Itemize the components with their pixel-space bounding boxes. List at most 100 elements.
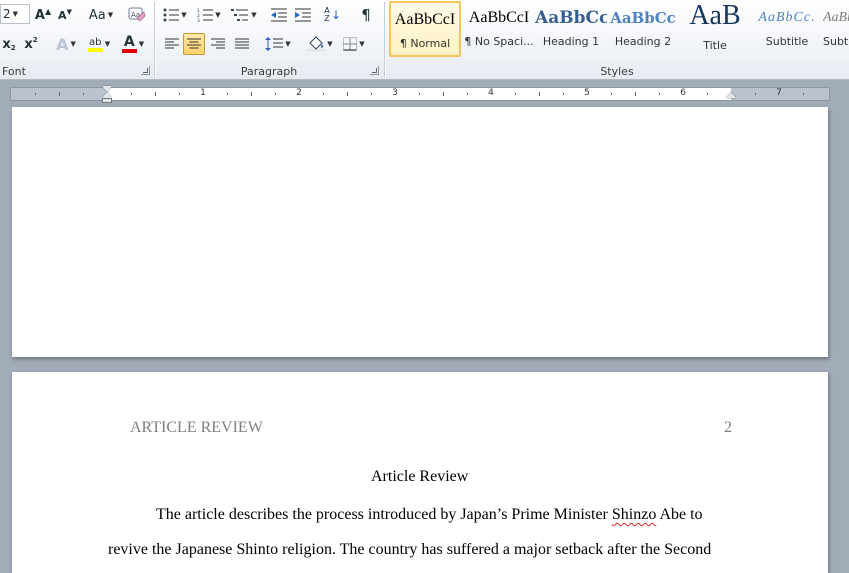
ruler-tick [179, 93, 180, 95]
ruler-tick [275, 93, 276, 95]
svg-text:3: 3 [197, 18, 200, 22]
borders-button[interactable]: ▼ [339, 33, 369, 55]
chevron-down-icon: ▼ [70, 40, 76, 48]
style-name: Heading 1 [542, 35, 600, 48]
misspelled-word[interactable]: Shinzo [612, 506, 656, 523]
style-heading-1[interactable]: AaBbCc Heading 1 [535, 1, 607, 57]
numbering-button[interactable]: 1 2 3 ▼ [195, 4, 223, 26]
font-color-button[interactable]: A ▼ [118, 33, 148, 55]
show-formatting-marks-button[interactable]: ¶ [355, 4, 377, 26]
ruler-tick [83, 93, 84, 95]
style-sample: AaBbCcI [468, 9, 530, 26]
text-effects-icon: A [56, 34, 69, 54]
ruler-tick [323, 93, 324, 95]
style-subtle-emphasis[interactable]: AaBbCcI Subtle Em... [823, 1, 849, 57]
line-spacing-button[interactable]: ▼ [263, 33, 293, 55]
sort-button[interactable]: A Z ↓ [321, 4, 343, 26]
ruler-number: 7 [776, 88, 782, 98]
text-effects-button[interactable]: A ▼ [52, 33, 80, 55]
style-name: Title [703, 39, 727, 52]
style-name: Heading 2 [614, 35, 672, 48]
font-size-dropdown[interactable]: 2 ▼ [0, 4, 30, 24]
ruler-tick [659, 93, 660, 95]
ruler-number: 1 [200, 88, 206, 98]
style-normal[interactable]: AaBbCcI ¶ Normal [389, 1, 461, 57]
style-name: Subtle Em... [823, 35, 849, 48]
paint-bucket-icon [307, 36, 326, 52]
style-name: ¶ No Spaci... [464, 35, 534, 48]
ruler-tick [347, 92, 348, 96]
highlight-letters: ab [89, 36, 102, 48]
ruler-tick [755, 93, 756, 95]
body-paragraph-line-2: revive the Japanese Shinto religion. The… [108, 541, 712, 558]
highlighter-icon: ab [87, 36, 103, 52]
multilevel-list-button[interactable]: ▼ [229, 4, 259, 26]
style-no-spacing[interactable]: AaBbCcI ¶ No Spaci... [463, 1, 535, 57]
ruler-tick [563, 93, 564, 95]
chevron-down-icon: ▼ [359, 40, 365, 48]
ruler-tick [35, 93, 36, 95]
chevron-down-icon: ▼ [285, 40, 291, 48]
paragraph-group-label: Paragraph [240, 65, 298, 78]
increase-indent-icon [295, 8, 311, 22]
numbering-icon: 123 [197, 8, 214, 22]
ruler-tick [131, 93, 132, 95]
grow-font-button[interactable]: A ▲ [34, 4, 52, 26]
horizontal-ruler[interactable]: 1 2 3 4 5 6 7 [0, 86, 849, 103]
ruler-tick [635, 92, 636, 96]
page-number: 2 [724, 419, 732, 436]
style-title[interactable]: AaB Title [679, 1, 751, 57]
style-sample: AaBbCc [610, 9, 676, 27]
font-color-letter: A [123, 33, 135, 50]
style-sample: AaBbCc [535, 8, 607, 28]
chevron-down-icon: ▼ [327, 40, 333, 48]
align-left-button[interactable] [161, 33, 183, 55]
ruler-tick [251, 92, 252, 96]
ruler-tick [611, 93, 612, 95]
highlight-color-button[interactable]: ab ▼ [84, 33, 114, 55]
bullets-icon [163, 8, 180, 22]
subscript-icon: x [2, 36, 11, 52]
subscript-button[interactable]: x2 [0, 33, 18, 55]
style-name: ¶ Normal [399, 37, 451, 50]
font-group-label: Font [2, 65, 26, 78]
right-indent-marker[interactable] [726, 92, 736, 98]
style-heading-2[interactable]: AaBbCc Heading 2 [607, 1, 679, 57]
align-center-button[interactable] [183, 33, 205, 55]
shrink-font-button[interactable]: A ▼ [56, 4, 74, 26]
line-spacing-icon [265, 37, 284, 51]
ruler-number: 5 [584, 88, 590, 98]
font-group: 2 ▼ A ▲ A ▼ Aa ▼ Aa x2 x2 A ▼ ab ▼ A ▼ F… [0, 0, 154, 79]
style-subtitle[interactable]: AaBbCc. Subtitle [751, 1, 823, 57]
document-page-1[interactable] [12, 107, 828, 357]
pilcrow-icon: ¶ [361, 6, 371, 24]
paragraph-dialog-launcher[interactable] [370, 66, 379, 75]
body-paragraph-line-1: The article describes the process introd… [156, 506, 703, 524]
decrease-indent-button[interactable] [269, 4, 289, 26]
clear-formatting-button[interactable]: Aa [126, 4, 148, 26]
ruler-tick [155, 92, 156, 96]
ruler-number: 2 [296, 88, 302, 98]
chevron-down-icon: ▼ [181, 11, 187, 19]
align-right-button[interactable] [207, 33, 229, 55]
superscript-button[interactable]: x2 [22, 33, 40, 55]
font-dialog-launcher[interactable] [141, 66, 150, 75]
running-header: ARTICLE REVIEW [130, 419, 263, 436]
align-right-icon [211, 38, 225, 49]
justify-button[interactable] [231, 33, 253, 55]
change-case-button[interactable]: Aa ▼ [86, 4, 116, 26]
align-center-icon [187, 38, 201, 49]
grow-font-icon: A [34, 7, 45, 23]
superscript-icon: x [24, 36, 33, 52]
ruler-tick [539, 92, 540, 96]
shading-button[interactable]: ▼ [305, 33, 335, 55]
chevron-down-icon: ▼ [104, 40, 111, 48]
document-page-2[interactable]: ARTICLE REVIEW 2 Article Review The arti… [12, 372, 828, 573]
ruler-number: 3 [392, 88, 398, 98]
left-indent-marker[interactable] [102, 98, 112, 103]
bullets-button[interactable]: ▼ [161, 4, 189, 26]
styles-group: AaBbCcI ¶ Normal AaBbCcI ¶ No Spaci... A… [385, 0, 849, 79]
increase-indent-button[interactable] [293, 4, 313, 26]
font-color-icon: A [121, 33, 137, 53]
justify-icon [235, 38, 249, 49]
